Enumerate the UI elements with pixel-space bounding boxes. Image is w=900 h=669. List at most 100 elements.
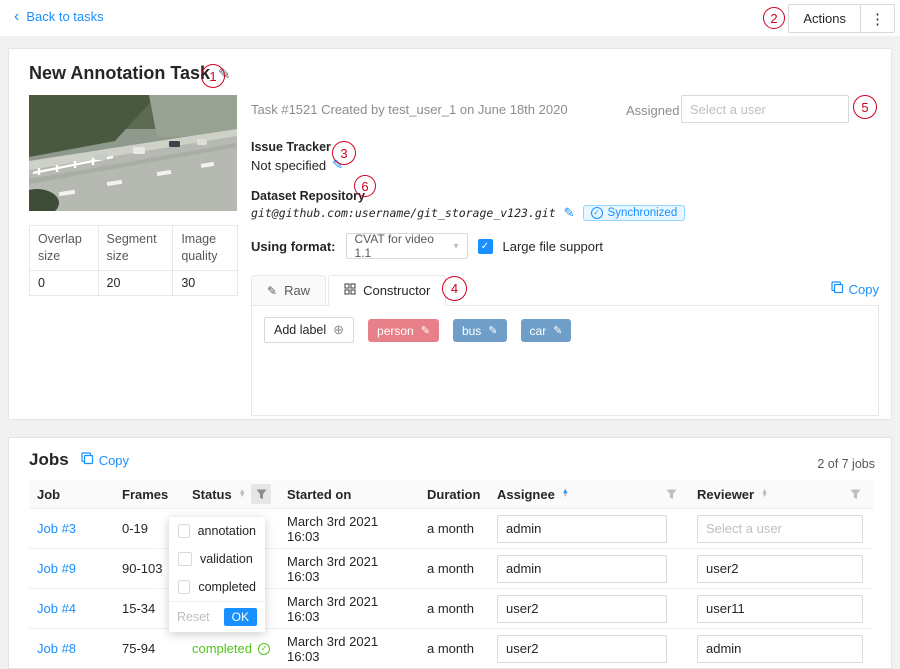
preview-road-scene <box>29 95 237 211</box>
label-chip-bus[interactable]: bus ✎ <box>453 319 507 342</box>
reviewer-input[interactable] <box>697 555 863 583</box>
status-filter-icon[interactable] <box>251 484 271 504</box>
actions-label[interactable]: Actions <box>789 5 860 32</box>
column-status: Status ▲▼ <box>184 484 279 504</box>
reviewer-input[interactable] <box>697 635 863 663</box>
format-select-value: CVAT for video 1.1 <box>355 232 454 260</box>
large-file-checkbox[interactable]: ✓ <box>478 239 493 254</box>
filter-option-validation[interactable]: validation <box>169 545 265 573</box>
callout-6: 6 <box>354 175 376 197</box>
large-file-label: Large file support <box>503 239 603 254</box>
pencil-icon: ✎ <box>267 284 277 298</box>
edit-label-icon[interactable]: ✎ <box>488 324 497 337</box>
dataset-repository-row: git@github.com:username/git_storage_v123… <box>251 205 685 221</box>
jobs-copy-button[interactable]: Copy <box>81 452 129 468</box>
duration-cell: a month <box>419 641 489 656</box>
issue-tracker-label: Issue Tracker <box>251 140 331 154</box>
status-filter-dropdown: annotation validation completed Reset OK <box>169 517 265 632</box>
tab-raw[interactable]: ✎ Raw <box>251 275 326 306</box>
jobs-title: Jobs <box>29 450 69 470</box>
plus-circle-icon: ⊕ <box>333 322 344 338</box>
column-started: Started on <box>279 487 419 502</box>
add-label-text: Add label <box>274 323 326 337</box>
filter-ok-button[interactable]: OK <box>224 608 257 626</box>
reviewer-input[interactable] <box>697 515 863 543</box>
back-to-tasks-link[interactable]: ‹ Back to tasks <box>14 9 104 24</box>
reviewer-input[interactable] <box>697 595 863 623</box>
label-chip-car-name: car <box>530 324 547 338</box>
job-link[interactable]: Job #3 <box>37 521 76 536</box>
column-frames: Frames <box>114 487 184 502</box>
assignee-filter-icon[interactable] <box>661 484 681 504</box>
tab-constructor[interactable]: Constructor <box>328 275 446 306</box>
jobs-header: Jobs Copy <box>29 450 129 470</box>
sync-check-icon: ✓ <box>591 207 603 219</box>
label-chip-person[interactable]: person ✎ <box>368 319 439 342</box>
duration-cell: a month <box>419 521 489 536</box>
param-header-segment: Segment size <box>98 226 173 271</box>
task-parameters-table: Overlap size Segment size Image quality … <box>29 225 238 296</box>
task-title: New Annotation Task <box>29 63 210 84</box>
task-meta-text: Task #1521 Created by test_user_1 on Jun… <box>251 102 568 117</box>
callout-3: 3 <box>332 141 356 165</box>
issue-tracker-value-row: Not specified ✎ <box>251 157 343 173</box>
kebab-menu-icon[interactable]: ⋮ <box>860 5 894 32</box>
job-link[interactable]: Job #4 <box>37 601 76 616</box>
status-completed-text: completed <box>192 641 252 656</box>
edit-label-icon[interactable]: ✎ <box>553 324 562 337</box>
assignee-input[interactable] <box>497 555 667 583</box>
back-chevron-icon: ‹ <box>14 10 19 23</box>
callout-5: 5 <box>853 95 877 119</box>
using-format-label: Using format: <box>251 239 336 254</box>
column-job: Job <box>29 487 114 502</box>
edit-label-icon[interactable]: ✎ <box>421 324 430 337</box>
param-value-quality: 30 <box>173 270 238 295</box>
filter-option-annotation[interactable]: annotation <box>169 517 265 545</box>
completed-check-icon: ✓ <box>258 643 270 655</box>
label-chip-person-name: person <box>377 324 414 338</box>
callout-4: 4 <box>442 276 467 301</box>
filter-reset-button[interactable]: Reset <box>177 610 210 624</box>
filter-option-completed[interactable]: completed <box>169 573 265 601</box>
job-link[interactable]: Job #8 <box>37 641 76 656</box>
labels-tab-bar: ✎ Raw Constructor Copy <box>251 275 879 306</box>
column-duration: Duration <box>419 487 489 502</box>
sync-status-badge[interactable]: ✓ Synchronized <box>583 205 686 221</box>
job-link[interactable]: Job #9 <box>37 561 76 576</box>
reviewer-filter-icon[interactable] <box>845 484 865 504</box>
back-to-tasks-label: Back to tasks <box>26 9 103 24</box>
add-label-button[interactable]: Add label ⊕ <box>264 317 354 343</box>
duration-cell: a month <box>419 561 489 576</box>
assignee-input[interactable] <box>497 635 667 663</box>
labels-section: ✎ Raw Constructor Copy <box>251 275 879 416</box>
sort-icon[interactable]: ▲▼ <box>761 490 768 499</box>
assignee-input[interactable] <box>497 515 667 543</box>
jobs-table-header: Job Frames Status ▲▼ Started on Duration… <box>29 480 873 509</box>
sort-icon[interactable]: ▲▼ <box>239 490 246 499</box>
task-preview-image <box>29 95 237 211</box>
column-assignee: Assignee ▲▼ <box>489 484 689 504</box>
checkbox-icon[interactable] <box>178 552 192 566</box>
started-cell: March 3rd 2021 16:03 <box>279 514 419 544</box>
edit-repository-icon[interactable]: ✎ <box>564 205 575 221</box>
label-chip-car[interactable]: car ✎ <box>521 319 572 342</box>
format-row: Using format: CVAT for video 1.1 ▾ ✓ Lar… <box>251 233 603 259</box>
table-row: Job #8 75-94 completed ✓ March 3rd 2021 … <box>29 629 873 669</box>
tab-constructor-label: Constructor <box>363 283 430 298</box>
constructor-icon <box>344 283 356 298</box>
copy-icon <box>831 281 844 297</box>
callout-1: 1 <box>201 64 225 88</box>
status-completed-badge: completed ✓ <box>192 641 270 656</box>
format-select[interactable]: CVAT for video 1.1 ▾ <box>346 233 468 259</box>
table-row: Job #9 90-103 March 3rd 2021 16:03 a mon… <box>29 549 873 589</box>
started-cell: March 3rd 2021 16:03 <box>279 594 419 624</box>
started-cell: March 3rd 2021 16:03 <box>279 634 419 664</box>
jobs-count: 2 of 7 jobs <box>817 457 875 471</box>
labels-copy-button[interactable]: Copy <box>831 281 879 297</box>
assignee-input[interactable] <box>497 595 667 623</box>
checkbox-icon[interactable] <box>178 524 190 538</box>
checkbox-icon[interactable] <box>178 580 190 594</box>
actions-button[interactable]: Actions ⋮ <box>788 4 895 33</box>
assignee-select-input[interactable] <box>681 95 849 123</box>
sort-icon[interactable]: ▲▼ <box>562 490 569 499</box>
